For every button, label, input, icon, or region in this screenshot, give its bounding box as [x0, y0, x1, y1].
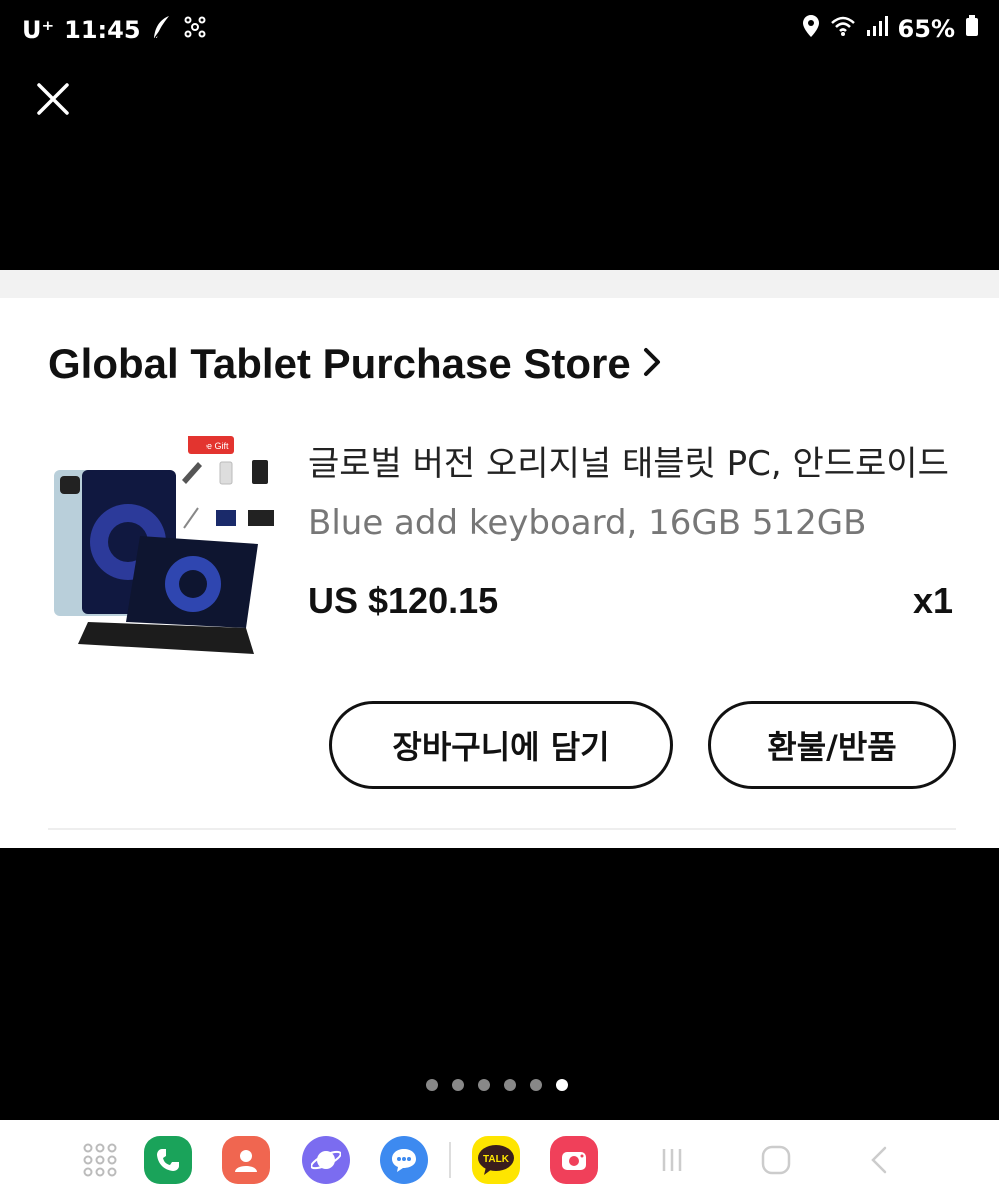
battery-icon: [965, 15, 979, 43]
kakaotalk-app[interactable]: TALK: [472, 1136, 520, 1184]
page-dot[interactable]: [452, 1079, 464, 1091]
close-icon: [37, 83, 69, 115]
add-to-cart-button[interactable]: 장바구니에 담기: [329, 701, 673, 789]
contacts-icon: [235, 1150, 257, 1172]
page-dot[interactable]: [426, 1079, 438, 1091]
home-icon: [761, 1145, 791, 1175]
page-dot[interactable]: [504, 1079, 516, 1091]
status-bar: U⁺ 11:45 65%: [0, 0, 999, 62]
messages-app[interactable]: [380, 1136, 428, 1184]
page-dot[interactable]: [530, 1079, 542, 1091]
camera-icon: [562, 1152, 586, 1170]
divider: [48, 828, 956, 830]
network-share-icon: [183, 15, 207, 45]
product-quantity: x1: [912, 580, 953, 621]
phone-icon: [157, 1149, 179, 1171]
location-icon: [802, 14, 820, 44]
home-button[interactable]: [752, 1136, 800, 1184]
wifi-icon: [830, 15, 856, 43]
refund-return-button[interactable]: 환불/반품: [708, 701, 956, 789]
dock-divider: [449, 1142, 451, 1178]
store-link[interactable]: Global Tablet Purchase Store: [48, 340, 663, 388]
phone-app[interactable]: [144, 1136, 192, 1184]
recents-button[interactable]: [648, 1136, 696, 1184]
sheet-separator: [0, 270, 999, 298]
clock: 11:45: [64, 16, 141, 44]
camera-app[interactable]: [550, 1136, 598, 1184]
product-title[interactable]: 글로벌 버전 오리지널 태블릿 PC, 안드로이드: [308, 436, 958, 485]
recents-icon: [662, 1149, 682, 1171]
battery-level: 65%: [897, 15, 955, 43]
page-indicator: [426, 1079, 568, 1091]
close-button[interactable]: [30, 76, 76, 122]
apps-grid-icon: [83, 1143, 117, 1177]
status-bar-right: 65%: [802, 14, 979, 44]
product-variant: Blue add keyboard, 16GB 512GB: [308, 503, 867, 543]
internet-icon: [311, 1150, 341, 1170]
signal-icon: [866, 15, 888, 43]
taskbar: TALK: [0, 1120, 999, 1200]
back-icon: [871, 1146, 887, 1174]
messages-icon: [392, 1149, 416, 1172]
store-name: Global Tablet Purchase Store: [48, 340, 631, 387]
internet-app[interactable]: [302, 1136, 350, 1184]
apps-button[interactable]: [76, 1136, 124, 1184]
page-dot[interactable]: [478, 1079, 490, 1091]
status-bar-left: U⁺ 11:45: [22, 14, 207, 46]
page-dot-active[interactable]: [556, 1079, 568, 1091]
back-button[interactable]: [856, 1136, 904, 1184]
order-card: Global Tablet Purchase Store Free Gift 글…: [0, 298, 999, 848]
product-price: US $120.15: [308, 580, 499, 621]
feather-icon: [151, 14, 173, 46]
carrier-label: U⁺: [22, 16, 55, 44]
chevron-right-icon: [641, 345, 663, 383]
product-thumbnail[interactable]: Free Gift: [48, 432, 280, 664]
kakaotalk-icon: TALK: [478, 1145, 514, 1175]
kakao-label: TALK: [483, 1154, 510, 1165]
contacts-app[interactable]: [222, 1136, 270, 1184]
